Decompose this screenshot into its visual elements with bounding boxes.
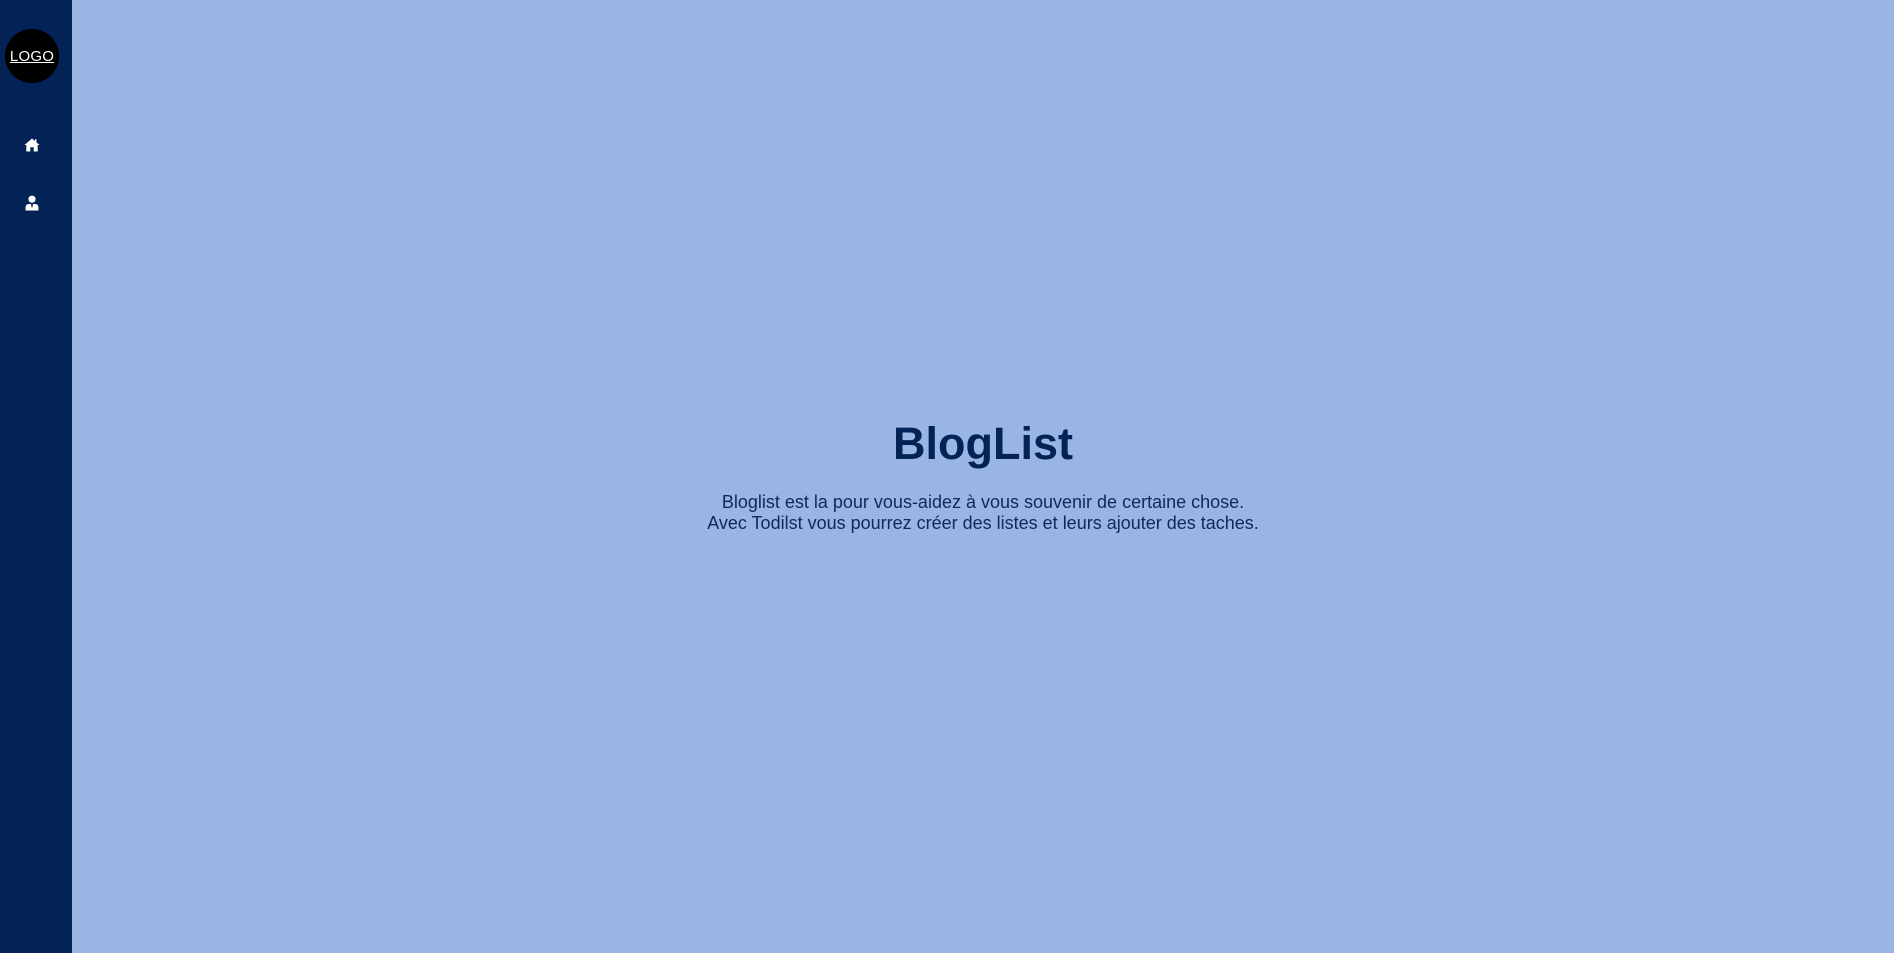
hero-section: BlogList Bloglist est la pour vous-aidez… <box>72 418 1894 534</box>
hero-description-line-1: Bloglist est la pour vous-aidez à vous s… <box>721 492 1245 512</box>
sidebar-item-home[interactable] <box>20 133 44 157</box>
hero-description: Bloglist est la pour vous-aidez à vous s… <box>72 492 1894 534</box>
logo-link[interactable]: LOGO <box>5 29 59 83</box>
sidebar-item-user[interactable] <box>20 191 44 215</box>
home-icon <box>24 138 40 152</box>
page-title: BlogList <box>893 418 1073 469</box>
user-icon <box>25 195 39 211</box>
hero-description-line-2: Avec Todilst vous pourrez créer des list… <box>707 513 1259 533</box>
logo-text: LOGO <box>9 47 55 65</box>
sidebar: LOGO <box>0 0 72 953</box>
main-content: BlogList Bloglist est la pour vous-aidez… <box>72 0 1894 953</box>
